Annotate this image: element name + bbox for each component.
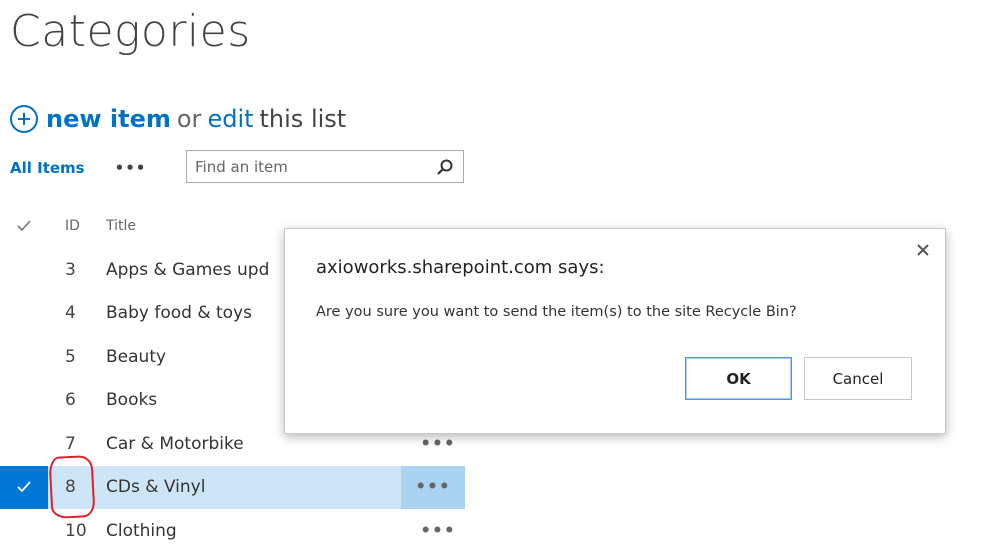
ok-button[interactable]: OK [685, 357, 792, 400]
view-selector-bar: All Items ••• [10, 150, 464, 186]
edit-list-link[interactable]: edit [207, 105, 253, 133]
row-id: 6 [65, 390, 76, 411]
row-actions-button[interactable]: ••• [401, 465, 465, 509]
this-list-text: this list [259, 105, 347, 133]
ellipsis-icon[interactable]: ••• [420, 434, 456, 454]
ellipsis-icon[interactable]: ••• [415, 477, 451, 497]
row-actions-button[interactable]: ••• [406, 434, 470, 454]
row-id: 4 [65, 303, 76, 324]
plus-circle-icon[interactable] [10, 105, 38, 133]
search-input[interactable] [195, 157, 435, 176]
dialog-title: axioworks.sharepoint.com says: [316, 257, 605, 278]
dialog-message: Are you sure you want to send the item(s… [316, 304, 797, 320]
more-views-button[interactable]: ••• [115, 159, 147, 177]
row-title[interactable]: Car & Motorbike [106, 434, 406, 454]
row-id: 7 [65, 433, 76, 454]
new-item-link[interactable]: new item [46, 105, 171, 133]
all-items-view-link[interactable]: All Items [10, 159, 85, 177]
row-title[interactable]: CDs & Vinyl [106, 477, 401, 497]
row-checkbox-checked[interactable] [0, 465, 48, 509]
or-text: or [176, 105, 202, 133]
row-id: 5 [65, 346, 76, 367]
confirm-dialog: axioworks.sharepoint.com says: Are you s… [284, 228, 946, 434]
row-id: 3 [65, 259, 76, 280]
row-title[interactable]: Clothing [106, 521, 406, 541]
red-circle-annotation [48, 454, 96, 520]
row-id: 10 [65, 520, 87, 541]
ellipsis-icon[interactable]: ••• [420, 521, 456, 541]
checkmark-icon [17, 481, 31, 493]
cancel-button[interactable]: Cancel [804, 357, 912, 400]
search-box [186, 150, 464, 183]
row-actions-button[interactable]: ••• [406, 521, 470, 541]
page-title: Categories [10, 6, 251, 57]
close-icon[interactable] [914, 241, 932, 259]
search-icon[interactable] [435, 157, 455, 177]
new-item-command-bar: new item or edit this list [10, 103, 346, 135]
id-column-header[interactable]: ID [48, 218, 106, 234]
select-all-checkmark-icon[interactable] [0, 220, 48, 232]
